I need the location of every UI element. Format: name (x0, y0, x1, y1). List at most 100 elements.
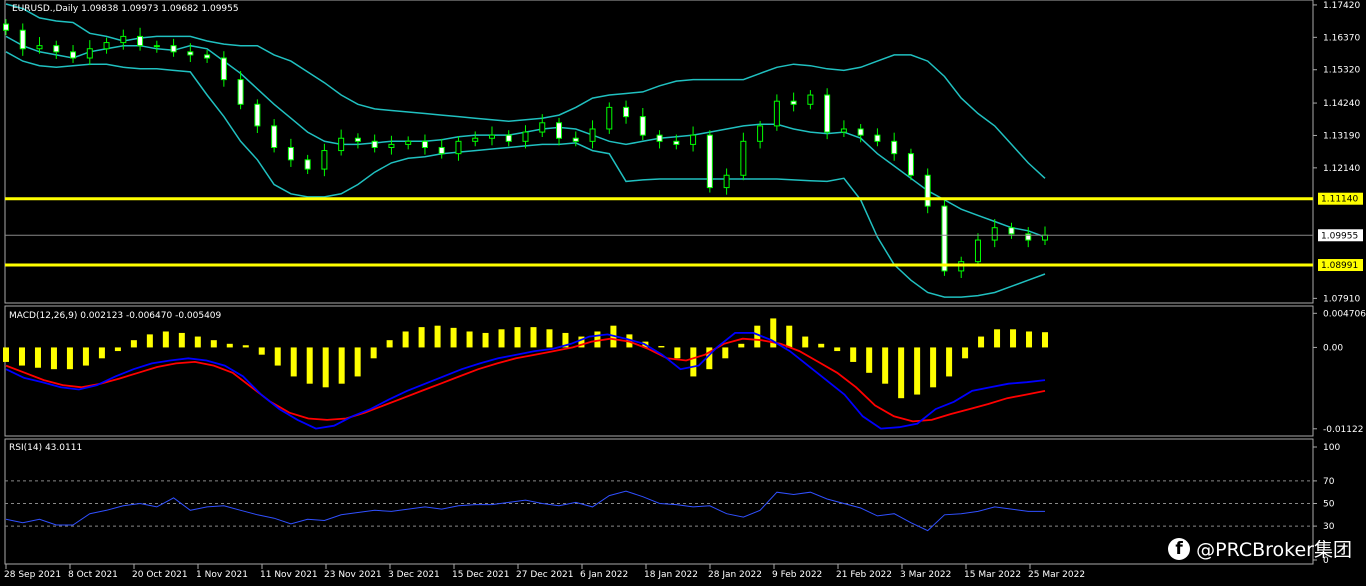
macd-histogram-bar (50, 347, 57, 370)
candle-body (891, 140, 898, 155)
time-tick-label-9: 6 Jan 2022 (580, 570, 628, 580)
macd-histogram-bar (3, 347, 9, 362)
macd-histogram-bar (530, 327, 537, 348)
price-tick-label-1: 1.16370 (1323, 33, 1360, 43)
candle-body (388, 143, 395, 148)
rsi-pane-frame (4, 438, 1314, 565)
macd-histogram-bar (1026, 331, 1033, 348)
macd-histogram-bar (450, 327, 457, 348)
time-tick-label-5: 23 Nov 2021 (324, 570, 382, 580)
macd-tick-label-2: -0.01122 (1323, 425, 1363, 435)
price-chart[interactable]: 1.17420 1.16370 1.15320 1.14240 1.13190 1.121… (0, 0, 1366, 586)
time-tick-label-14: 3 Mar 2022 (900, 570, 951, 580)
macd-histogram-bar (162, 331, 169, 348)
level-label-0: 1.11140 (1321, 195, 1358, 205)
candle-body (690, 134, 697, 145)
macd-histogram-bar (402, 331, 409, 348)
macd-histogram-bar (34, 347, 41, 368)
candle-body (220, 57, 227, 81)
time-tick-label-7: 15 Dec 2021 (452, 570, 510, 580)
rsi-label: RSI(14) 43.0111 (9, 443, 82, 453)
macd-histogram-bar (722, 347, 729, 359)
macd-histogram-bar (514, 327, 521, 348)
macd-histogram-bar (194, 336, 201, 348)
macd-histogram-bar (258, 347, 265, 355)
candle-body (639, 116, 646, 136)
macd-histogram-bar (914, 347, 921, 395)
candle-body (405, 140, 412, 145)
time-tick-label-2: 20 Oct 2021 (132, 570, 188, 580)
time-tick-label-12: 9 Feb 2022 (772, 570, 822, 580)
candle-body (991, 227, 998, 241)
candle-body (539, 122, 546, 133)
macd-histogram-bar (594, 331, 601, 348)
candle-body (488, 134, 495, 139)
candle-body (505, 134, 512, 142)
candle-body (924, 174, 931, 207)
macd-histogram-bar (82, 347, 89, 366)
last-price-label: 1.09955 (1321, 231, 1358, 241)
time-tick-label-10: 18 Jan 2022 (644, 570, 698, 580)
watermark-text: @PRCBroker集团 (1196, 539, 1352, 561)
candle-body (170, 45, 177, 53)
candle-body (120, 35, 127, 44)
macd-histogram-bar (274, 347, 281, 366)
candle-body (237, 79, 244, 105)
candle-body (19, 29, 26, 50)
macd-histogram-bar (994, 329, 1001, 348)
candle-body (790, 100, 797, 105)
macd-histogram-bar (546, 329, 553, 348)
macd-histogram-bar (946, 347, 953, 377)
macd-histogram-bar (802, 336, 809, 348)
candle-body (36, 45, 43, 50)
macd-histogram-bar (1010, 329, 1017, 348)
macd-histogram-bar (418, 327, 425, 348)
time-tick-label-13: 21 Feb 2022 (836, 570, 892, 580)
macd-histogram-bar (338, 347, 345, 384)
macd-histogram-bar (114, 347, 121, 352)
macd-histogram-bar (738, 343, 745, 348)
facebook-icon: f (1168, 537, 1191, 560)
macd-histogram-bar (658, 345, 665, 348)
candle-body (556, 122, 563, 139)
candle-body (874, 134, 881, 142)
candle-body (455, 140, 462, 155)
candle-body (857, 128, 864, 136)
watermark: f @PRCBroker集团 (1168, 535, 1352, 562)
macd-histogram-bar (674, 347, 681, 359)
candle-body (623, 106, 630, 118)
candle-body (589, 128, 596, 142)
macd-histogram-bar (690, 347, 697, 377)
macd-histogram-bar (178, 332, 185, 348)
time-tick-label-15: 15 Mar 2022 (964, 570, 1021, 580)
candle-body (421, 140, 428, 148)
macd-histogram-bar (1042, 332, 1048, 348)
candle-body (472, 137, 479, 142)
macd-histogram-bar (354, 347, 361, 377)
main-pane: 1.17420 1.16370 1.15320 1.14240 1.13190 1.121… (3, 0, 1363, 304)
time-tick-label-8: 27 Dec 2021 (516, 570, 574, 580)
candle-body (153, 45, 160, 48)
macd-histogram-bar (930, 347, 937, 388)
candle-body (53, 45, 60, 53)
candle-body (3, 23, 9, 31)
candle-body (137, 35, 144, 47)
candle-body (86, 48, 93, 59)
macd-histogram-bar (482, 332, 489, 348)
rsi-tick-label-0: 100 (1323, 443, 1340, 453)
main-pane-frame (4, 0, 1314, 304)
macd-histogram-bar (434, 325, 441, 348)
bollinger-upper (5, 3, 1046, 179)
candle-body (757, 125, 764, 142)
time-tick-label-3: 1 Nov 2021 (196, 570, 248, 580)
price-tick-label-2: 1.15320 (1323, 66, 1360, 76)
candle-body (656, 134, 663, 142)
candle-body (371, 140, 378, 148)
rsi-line (5, 490, 1045, 532)
macd-histogram-bar (498, 329, 505, 348)
candle-body (254, 103, 261, 127)
macd-histogram-bar (866, 347, 873, 373)
candle-body (338, 137, 345, 152)
macd-histogram-bar (370, 347, 377, 359)
macd-histogram-bar (290, 347, 297, 377)
